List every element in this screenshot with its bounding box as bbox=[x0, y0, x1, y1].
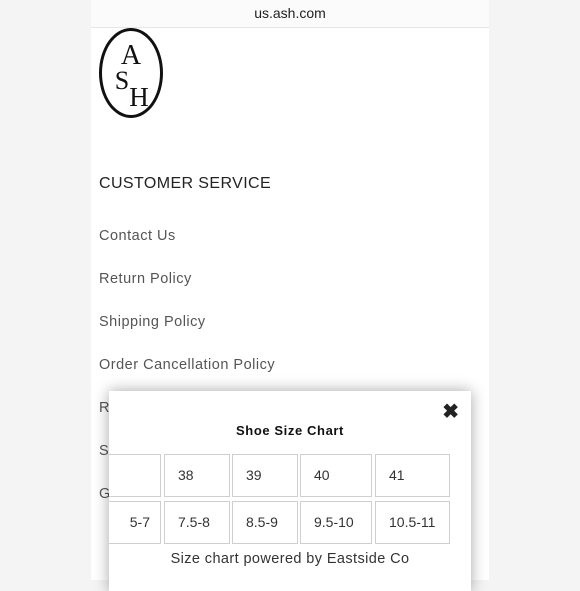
size-cell: 9.5-10 bbox=[300, 501, 372, 544]
customer-service-heading: CUSTOMER SERVICE bbox=[99, 175, 272, 192]
size-cell: 40 bbox=[300, 454, 372, 497]
size-cell: 7.5-8 bbox=[164, 501, 230, 544]
close-icon[interactable]: ✖ bbox=[442, 399, 459, 424]
size-table: 38 39 40 41 5-7 7.5-8 8.5-9 9.5-10 10.5-… bbox=[109, 454, 471, 550]
address-bar[interactable]: us.ash.com bbox=[91, 0, 489, 28]
svg-text:S: S bbox=[115, 66, 129, 95]
size-cell: 39 bbox=[232, 454, 298, 497]
powered-by-text: Size chart powered by Eastside Co bbox=[170, 551, 410, 567]
size-cell: 38 bbox=[164, 454, 230, 497]
size-cell: 41 bbox=[375, 454, 450, 497]
return-policy-link[interactable]: Return Policy bbox=[99, 269, 275, 312]
size-cell bbox=[109, 454, 161, 497]
url-text: us.ash.com bbox=[254, 5, 326, 21]
size-cell: 10.5-11 bbox=[375, 501, 450, 544]
ash-logo-mark: A S H bbox=[115, 40, 149, 112]
size-cell: 8.5-9 bbox=[232, 501, 298, 544]
size-chart-modal: ✖ Shoe Size Chart 38 39 40 41 5-7 7.5-8 … bbox=[109, 391, 471, 591]
modal-title: Shoe Size Chart bbox=[236, 423, 344, 438]
size-cell: 5-7 bbox=[109, 501, 161, 544]
ash-logo[interactable]: A S H bbox=[99, 28, 163, 118]
shipping-policy-link[interactable]: Shipping Policy bbox=[99, 312, 275, 355]
svg-text:H: H bbox=[129, 82, 149, 112]
contact-us-link[interactable]: Contact Us bbox=[99, 226, 275, 269]
